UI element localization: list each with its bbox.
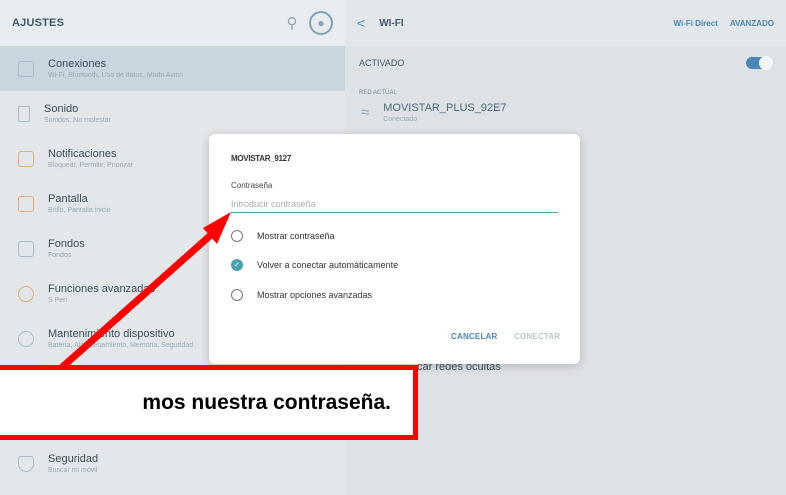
menu-item-subtitle: Batería, Almacenamiento, Memoria, Seguri… bbox=[48, 342, 194, 349]
speaker-icon bbox=[18, 105, 30, 122]
wifi-password-dialog: MOVISTAR_9127 Contraseña Mostrar contras… bbox=[209, 134, 580, 364]
connections-icon bbox=[18, 60, 34, 77]
menu-item-subtitle: Brillo, Pantalla inicio bbox=[48, 207, 111, 214]
menu-item-subtitle: Sonidos, No molestar bbox=[44, 117, 111, 124]
menu-item-sonido[interactable]: Sonido Sonidos, No molestar bbox=[0, 91, 345, 136]
menu-item-subtitle: Bloquear, Permitir, Priorizar bbox=[48, 162, 134, 169]
account-icon[interactable]: ● bbox=[309, 11, 333, 35]
network-status: Conectado bbox=[383, 116, 418, 123]
wifi-header: < WI-FI Wi-Fi Direct AVANZADO bbox=[345, 0, 786, 46]
password-label: Contraseña bbox=[231, 181, 273, 190]
wifi-toggle-label: ACTIVADO bbox=[359, 58, 405, 68]
notifications-icon bbox=[18, 150, 34, 167]
settings-title: AJUSTES bbox=[12, 17, 65, 29]
show-password-option[interactable]: Mostrar contraseña bbox=[231, 230, 335, 242]
menu-item-title: Notificaciones bbox=[48, 148, 117, 160]
advanced-link[interactable]: AVANZADO bbox=[730, 19, 774, 28]
menu-item-title: Mantenimiento dispositivo bbox=[48, 328, 175, 340]
maintenance-icon bbox=[18, 330, 34, 347]
advanced-features-icon bbox=[18, 285, 34, 302]
option-label: Mostrar opciones avanzadas bbox=[257, 290, 373, 300]
wifi-title: WI-FI bbox=[379, 17, 404, 29]
menu-item-subtitle: Buscar mi móvil bbox=[48, 467, 98, 474]
show-password-radio[interactable] bbox=[231, 230, 243, 242]
menu-item-subtitle: Fondos bbox=[48, 252, 72, 259]
wifi-toggle-switch[interactable] bbox=[746, 56, 773, 70]
settings-header: AJUSTES ⚲ ● bbox=[0, 0, 345, 46]
dialog-ssid: MOVISTAR_9127 bbox=[231, 154, 291, 163]
advanced-options-radio[interactable] bbox=[231, 289, 243, 301]
wallpaper-icon bbox=[18, 240, 34, 257]
menu-item-title: Seguridad bbox=[48, 453, 99, 465]
search-icon[interactable]: ⚲ bbox=[279, 10, 305, 36]
back-arrow-icon[interactable]: < bbox=[357, 15, 365, 31]
advanced-options-option[interactable]: Mostrar opciones avanzadas bbox=[231, 289, 372, 301]
shield-icon bbox=[18, 455, 34, 472]
current-network-section: RED ACTUAL bbox=[359, 90, 397, 96]
menu-item-conexiones[interactable]: Conexiones Wi-Fi, Bluetooth, Uso de dato… bbox=[0, 46, 345, 91]
menu-item-title: Funciones avanzadas bbox=[48, 283, 156, 295]
annotation-callout: mos nuestra contraseña. bbox=[0, 365, 418, 440]
option-label: Volver a conectar automáticamente bbox=[257, 260, 399, 270]
password-input[interactable] bbox=[231, 195, 558, 213]
annotation-text: mos nuestra contraseña. bbox=[142, 390, 391, 414]
menu-item-title: Fondos bbox=[48, 238, 85, 250]
menu-item-title: Sonido bbox=[44, 103, 79, 115]
menu-item-subtitle: Wi-Fi, Bluetooth, Uso de datos, Modo Avi… bbox=[48, 72, 184, 79]
current-network-row[interactable]: ≈ MOVISTAR_PLUS_92E7 Conectado bbox=[345, 96, 786, 129]
display-icon bbox=[18, 195, 34, 212]
wifi-direct-link[interactable]: Wi-Fi Direct bbox=[673, 19, 717, 28]
auto-reconnect-checkbox[interactable]: ✓ bbox=[231, 259, 243, 271]
auto-reconnect-option[interactable]: ✓ Volver a conectar automáticamente bbox=[231, 259, 398, 271]
menu-item-title: Pantalla bbox=[48, 193, 88, 205]
menu-item-subtitle: S Pen bbox=[48, 297, 68, 304]
menu-item-seguridad[interactable]: Seguridad Buscar mi móvil bbox=[0, 441, 345, 486]
menu-item-title: Conexiones bbox=[48, 58, 107, 70]
wifi-signal-icon: ≈ bbox=[361, 104, 370, 121]
network-name: MOVISTAR_PLUS_92E7 bbox=[383, 102, 507, 114]
option-label: Mostrar contraseña bbox=[257, 231, 335, 241]
cancel-button[interactable]: CANCELAR bbox=[451, 332, 498, 341]
connect-button[interactable]: CONECTAR bbox=[514, 332, 560, 341]
wifi-toggle-row[interactable]: ACTIVADO bbox=[345, 46, 786, 80]
